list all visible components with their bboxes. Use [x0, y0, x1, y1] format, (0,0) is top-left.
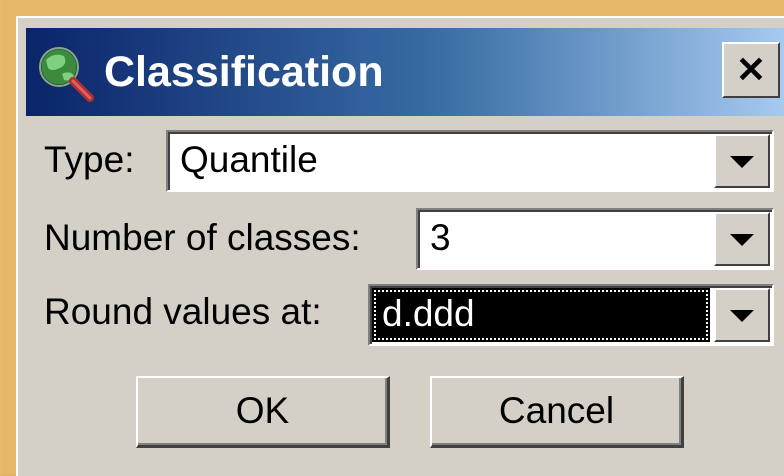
num-classes-label: Number of classes:	[44, 217, 361, 258]
close-icon: ✕	[735, 49, 767, 90]
classification-dialog: Classification ✕ Type: Quantile Number o…	[16, 16, 784, 476]
close-button[interactable]: ✕	[722, 42, 780, 98]
num-classes-dropdown[interactable]: 3	[416, 208, 774, 270]
num-classes-value: 3	[430, 217, 451, 258]
chevron-down-icon	[730, 156, 754, 168]
chevron-down-icon	[730, 310, 754, 322]
type-dropdown[interactable]: Quantile	[166, 130, 774, 192]
type-dropdown-button[interactable]	[714, 134, 770, 188]
chevron-down-icon	[730, 234, 754, 246]
round-values-label: Round values at:	[44, 291, 322, 332]
ok-button[interactable]: OK	[136, 376, 390, 448]
dialog-title: Classification	[104, 48, 384, 96]
num-classes-dropdown-button[interactable]	[714, 212, 770, 266]
cancel-button[interactable]: Cancel	[430, 376, 684, 448]
globe-magnifier-icon	[38, 46, 94, 102]
type-label: Type:	[44, 139, 135, 180]
title-bar[interactable]: Classification ✕	[26, 28, 784, 116]
round-values-dropdown[interactable]: d.ddd	[368, 284, 774, 346]
round-values-value: d.ddd	[382, 293, 475, 334]
round-values-dropdown-button[interactable]	[714, 288, 770, 342]
type-value: Quantile	[180, 139, 318, 180]
